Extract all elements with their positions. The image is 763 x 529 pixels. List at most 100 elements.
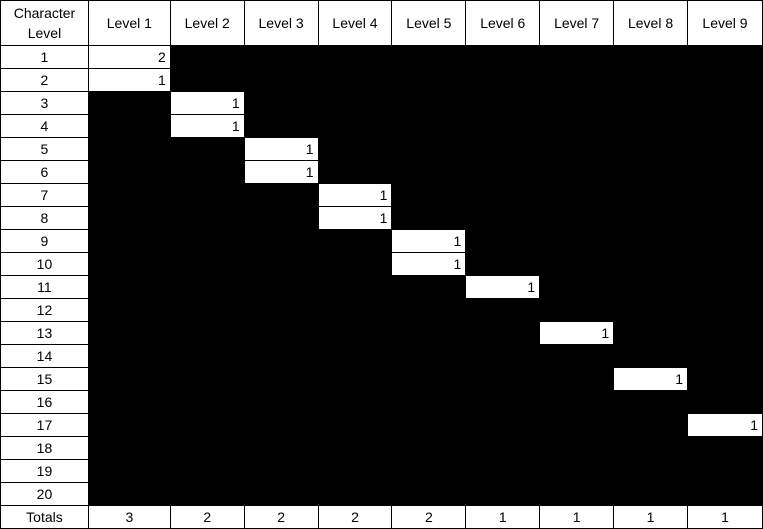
blocked-cell <box>687 459 763 483</box>
blocked-cell <box>613 114 688 138</box>
slot-cell: 1 <box>87 68 171 92</box>
total-cell: 2 <box>391 505 467 529</box>
blocked-cell <box>317 160 393 184</box>
table-row: 41 <box>0 114 763 138</box>
level-header: Level 4 <box>317 0 393 46</box>
blocked-cell <box>539 344 615 368</box>
blocked-cell <box>391 413 467 437</box>
total-cell: 2 <box>243 505 319 529</box>
blocked-cell <box>539 160 615 184</box>
blocked-cell <box>169 321 245 345</box>
blocked-cell <box>465 459 541 483</box>
blocked-cell <box>169 206 245 230</box>
table-row: 15 1 <box>0 367 763 391</box>
blocked-cell <box>87 436 171 460</box>
table-row: 11 1 <box>0 275 763 299</box>
blocked-cell <box>465 321 541 345</box>
blocked-cell <box>87 229 171 253</box>
total-cell: 2 <box>169 505 245 529</box>
slot-cell: 1 <box>613 367 688 391</box>
blocked-cell <box>243 229 319 253</box>
blocked-cell <box>613 206 688 230</box>
character-level-cell: 19 <box>0 459 89 483</box>
blocked-cell <box>391 206 467 230</box>
character-level-cell: 2 <box>0 68 89 92</box>
blocked-cell <box>687 436 763 460</box>
blocked-cell <box>243 344 319 368</box>
blocked-cell <box>169 252 245 276</box>
blocked-cell <box>391 298 467 322</box>
table-row: 91 <box>0 229 763 253</box>
blocked-cell <box>87 183 171 207</box>
blocked-cell <box>465 183 541 207</box>
blocked-cell <box>87 413 171 437</box>
blocked-cell <box>317 482 393 506</box>
blocked-cell <box>87 160 171 184</box>
blocked-cell <box>465 160 541 184</box>
blocked-cell <box>539 68 615 92</box>
blocked-cell <box>465 229 541 253</box>
character-level-cell: 17 <box>0 413 89 437</box>
blocked-cell <box>391 275 467 299</box>
blocked-cell <box>539 183 615 207</box>
total-cell: 1 <box>613 505 688 529</box>
blocked-cell <box>539 482 615 506</box>
blocked-cell <box>317 321 393 345</box>
blocked-cell <box>243 390 319 414</box>
blocked-cell <box>243 321 319 345</box>
blocked-cell <box>243 45 319 69</box>
blocked-cell <box>465 482 541 506</box>
blocked-cell <box>539 298 615 322</box>
level-header: Level 5 <box>391 0 467 46</box>
table-row: 71 <box>0 183 763 207</box>
blocked-cell <box>87 482 171 506</box>
blocked-cell <box>243 114 319 138</box>
blocked-cell <box>169 390 245 414</box>
blocked-cell <box>391 91 467 115</box>
character-level-cell: 6 <box>0 160 89 184</box>
slot-cell: 1 <box>169 91 245 115</box>
level-header: Level 7 <box>539 0 615 46</box>
blocked-cell <box>391 321 467 345</box>
blocked-cell <box>539 137 615 161</box>
blocked-cell <box>87 91 171 115</box>
blocked-cell <box>613 160 688 184</box>
header-row: Character Level Level 1 Level 2 Level 3 Lev… <box>0 0 763 46</box>
table-row: 18 <box>0 436 763 460</box>
blocked-cell <box>317 367 393 391</box>
table-row: 14 <box>0 344 763 368</box>
blocked-cell <box>687 298 763 322</box>
blocked-cell <box>391 160 467 184</box>
slot-cell: 1 <box>317 183 393 207</box>
blocked-cell <box>613 321 688 345</box>
blocked-cell <box>465 298 541 322</box>
blocked-cell <box>391 459 467 483</box>
blocked-cell <box>87 137 171 161</box>
character-level-cell: 5 <box>0 137 89 161</box>
blocked-cell <box>317 91 393 115</box>
blocked-cell <box>169 160 245 184</box>
blocked-cell <box>465 137 541 161</box>
level-header: Level 2 <box>169 0 245 46</box>
table-row: 20 <box>0 482 763 506</box>
blocked-cell <box>613 413 688 437</box>
blocked-cell <box>317 252 393 276</box>
blocked-cell <box>687 114 763 138</box>
blocked-cell <box>613 459 688 483</box>
total-cell: 1 <box>465 505 541 529</box>
blocked-cell <box>613 183 688 207</box>
blocked-cell <box>391 114 467 138</box>
blocked-cell <box>687 321 763 345</box>
total-cell: 1 <box>687 505 763 529</box>
character-level-cell: 1 <box>0 45 89 69</box>
slot-cell: 1 <box>243 160 319 184</box>
blocked-cell <box>465 68 541 92</box>
blocked-cell <box>317 344 393 368</box>
blocked-cell <box>87 367 171 391</box>
table-row: 21 <box>0 68 763 92</box>
blocked-cell <box>613 482 688 506</box>
blocked-cell <box>317 413 393 437</box>
totals-label: Totals <box>0 505 89 529</box>
blocked-cell <box>539 390 615 414</box>
character-level-cell: 14 <box>0 344 89 368</box>
